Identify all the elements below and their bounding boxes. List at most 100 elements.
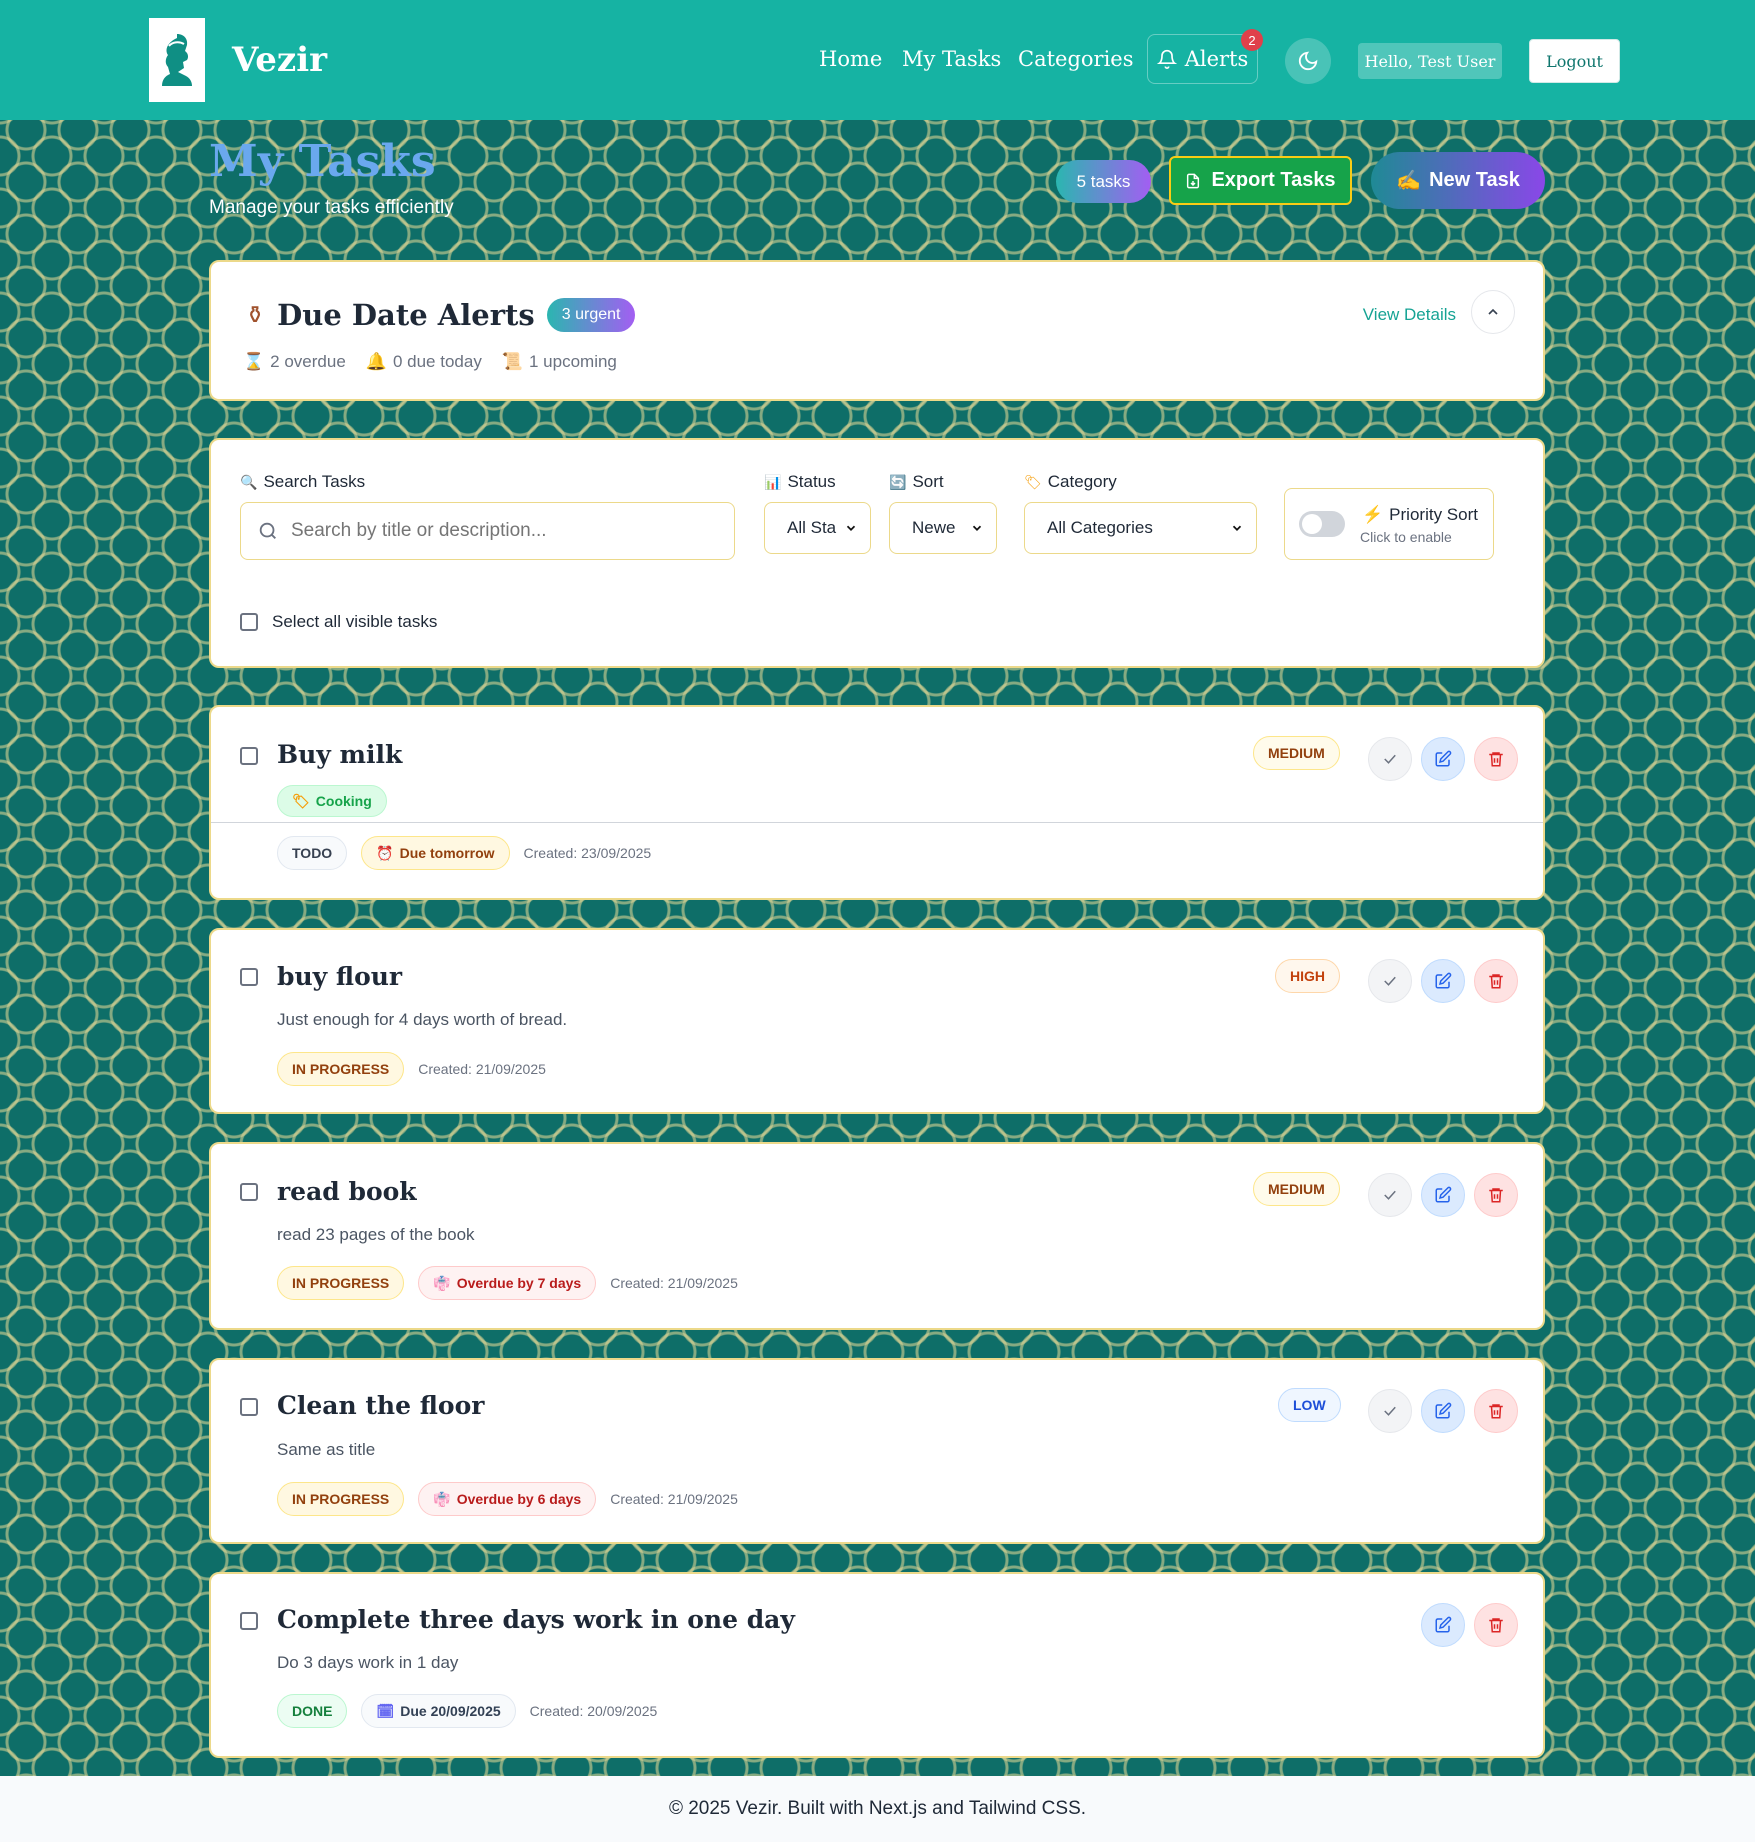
task-checkbox[interactable] <box>240 968 258 986</box>
trash-icon <box>1489 1188 1503 1203</box>
task-title: read book <box>277 1177 417 1206</box>
search-field[interactable] <box>240 502 735 560</box>
view-details-link[interactable]: View Details <box>1363 305 1456 325</box>
delete-task-button[interactable] <box>1474 1603 1518 1647</box>
edit-task-button[interactable] <box>1421 737 1465 781</box>
status-select-value: All Sta <box>787 518 837 537</box>
delete-task-button[interactable] <box>1474 959 1518 1003</box>
nav-my-tasks[interactable]: My Tasks <box>902 47 1001 71</box>
delete-task-button[interactable] <box>1474 1389 1518 1433</box>
sort-label: 🔄 Sort <box>889 472 944 491</box>
priority-sort-label: ⚡ Priority Sort <box>1362 505 1478 524</box>
status-badge: TODO <box>277 836 348 870</box>
overdue-count: 2 overdue <box>270 352 346 371</box>
status-badge: IN PROGRESS <box>277 1266 405 1300</box>
edit-task-button[interactable] <box>1421 1173 1465 1217</box>
created-date: Created: 21/09/2025 <box>418 1061 546 1077</box>
new-task-button[interactable]: ✍ New Task <box>1371 152 1545 209</box>
export-tasks-button[interactable]: Export Tasks <box>1169 156 1352 205</box>
vezir-logo[interactable] <box>149 18 205 102</box>
edit-icon <box>1435 1186 1452 1203</box>
chevron-down-icon <box>972 525 982 531</box>
scroll-icon: 📜 <box>501 352 523 371</box>
created-date: Created: 21/09/2025 <box>610 1491 738 1507</box>
priority-badge: LOW <box>1278 1388 1341 1422</box>
created-date: Created: 23/09/2025 <box>523 845 652 861</box>
new-task-label: New Task <box>1429 169 1520 191</box>
complete-task-button[interactable] <box>1368 959 1412 1003</box>
task-title: Complete three days work in one day <box>277 1605 795 1634</box>
edit-task-button[interactable] <box>1421 959 1465 1003</box>
category-chip: 🏷 Cooking <box>277 785 387 817</box>
search-input[interactable] <box>291 520 711 542</box>
alarm-clock-icon: ⏰ <box>376 844 394 861</box>
task-card: Clean the floor Same as title IN PROGRES… <box>209 1358 1545 1544</box>
priority-sort-toggle-box[interactable]: ⚡ Priority Sort Click to enable <box>1284 488 1494 560</box>
tag-icon: 🏷 <box>1024 473 1042 490</box>
task-description: Same as title <box>277 1440 376 1459</box>
task-checkbox[interactable] <box>240 1183 258 1201</box>
select-all-label: Select all visible tasks <box>272 612 438 631</box>
edit-icon <box>1435 1402 1452 1419</box>
edit-task-button[interactable] <box>1421 1603 1465 1647</box>
nav-home[interactable]: Home <box>819 47 882 71</box>
status-badge: DONE <box>277 1694 348 1728</box>
created-date: Created: 21/09/2025 <box>610 1275 738 1291</box>
task-checkbox[interactable] <box>240 1612 258 1630</box>
select-all-row[interactable]: Select all visible tasks <box>240 612 437 632</box>
task-card: read book read 23 pages of the book IN P… <box>209 1142 1545 1330</box>
chevron-down-icon <box>1232 525 1242 531</box>
overdue-stat: ⌛ 2 overdue <box>243 352 346 372</box>
bar-chart-icon: 📊 <box>764 473 782 490</box>
task-title: buy flour <box>277 962 403 991</box>
complete-task-button[interactable] <box>1368 737 1412 781</box>
alerts-button[interactable]: Alerts 2 <box>1147 29 1263 84</box>
logout-button[interactable]: Logout <box>1529 39 1620 83</box>
sort-select[interactable]: Newe <box>889 502 997 554</box>
filters-card: 🔍Search Tasks 📊Status All Sta 🔄Sort Newe… <box>209 438 1545 668</box>
task-description: read 23 pages of the book <box>277 1225 475 1244</box>
select-all-checkbox[interactable] <box>240 613 258 631</box>
complete-task-button[interactable] <box>1368 1173 1412 1217</box>
due-today-count: 0 due today <box>392 352 482 371</box>
trash-icon <box>1489 752 1503 767</box>
task-checkbox[interactable] <box>240 747 258 765</box>
chevron-down-icon <box>846 525 856 531</box>
task-title: Buy milk <box>277 740 403 769</box>
upcoming-stat: 📜 1 upcoming <box>502 352 617 372</box>
alerts-count-badge: 2 <box>1241 29 1263 51</box>
trash-icon <box>1489 1404 1503 1419</box>
kimono-icon: 👘 <box>433 1490 451 1507</box>
edit-task-button[interactable] <box>1421 1389 1465 1433</box>
task-description: Do 3 days work in 1 day <box>277 1653 459 1672</box>
magnifier-icon: 🔍 <box>240 473 258 490</box>
check-icon <box>1384 754 1396 764</box>
lightning-icon: ⚡ <box>1362 505 1384 524</box>
brand-name[interactable]: Vezir <box>232 40 327 80</box>
priority-badge: MEDIUM <box>1253 1172 1340 1206</box>
chevron-up-icon <box>1488 308 1498 315</box>
trash-icon <box>1489 974 1503 989</box>
check-icon <box>1384 976 1396 986</box>
nav-categories[interactable]: Categories <box>1018 47 1134 71</box>
category-select[interactable]: All Categories <box>1024 502 1257 554</box>
overdue-badge: 👘 Overdue by 7 days <box>418 1266 597 1300</box>
category-label: 🏷 Category <box>1024 472 1117 491</box>
created-date: Created: 20/09/2025 <box>529 1703 658 1719</box>
collapse-alerts-button[interactable] <box>1471 290 1515 334</box>
task-title: Clean the floor <box>277 1391 485 1420</box>
theme-toggle-button[interactable] <box>1285 38 1331 84</box>
check-icon <box>1384 1190 1396 1200</box>
complete-task-button[interactable] <box>1368 1389 1412 1433</box>
page-subtitle: Manage your tasks efficiently <box>209 197 454 218</box>
delete-task-button[interactable] <box>1474 737 1518 781</box>
writing-hand-icon: ✍ <box>1396 170 1422 192</box>
file-export-icon <box>1187 173 1200 188</box>
priority-sort-hint: Click to enable <box>1360 529 1452 545</box>
status-select[interactable]: All Sta <box>764 502 871 554</box>
check-icon <box>1384 1406 1396 1416</box>
priority-sort-switch[interactable] <box>1299 511 1345 537</box>
user-greeting: Hello, Test User <box>1358 43 1502 79</box>
task-checkbox[interactable] <box>240 1398 258 1416</box>
delete-task-button[interactable] <box>1474 1173 1518 1217</box>
